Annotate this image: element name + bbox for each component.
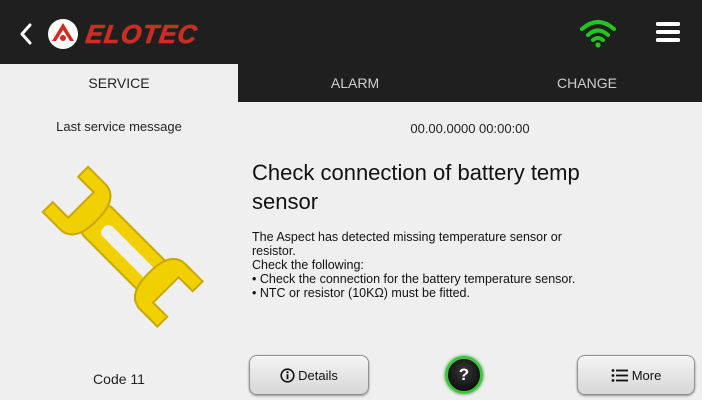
back-button[interactable] [14,20,38,48]
app-window: ELOTEC SERVICE ALARM CHANGE Last service… [0,0,702,400]
wrench-icon [41,165,205,329]
list-icon [611,368,628,382]
wifi-icon [580,20,616,48]
more-button[interactable]: More [577,355,695,395]
top-bar: ELOTEC [0,0,702,64]
last-service-label: Last service message [56,119,182,134]
more-button-label: More [631,367,662,383]
message-title: Check connection of battery temp sensor [252,158,692,216]
message-body-line: The Aspect has detected missing temperat… [252,230,562,244]
info-icon [280,367,295,383]
tab-bar: SERVICE ALARM CHANGE [0,64,702,102]
message-body-line: resistor. [252,244,296,258]
message-body: The Aspect has detected missing temperat… [252,230,692,300]
message-body-line: • Check the connection for the battery t… [252,272,576,286]
details-button[interactable]: Details [249,355,369,395]
elotec-logo-icon [48,19,78,49]
tab-service[interactable]: SERVICE [0,64,238,102]
tab-alarm[interactable]: ALARM [238,64,472,102]
tab-change[interactable]: CHANGE [472,64,702,102]
service-code: Code 11 [93,371,145,387]
hamburger-menu-icon[interactable] [654,20,682,44]
help-icon: ? [458,365,470,384]
brand-name: ELOTEC [83,18,200,49]
message-title-line: Check connection of battery temp [252,160,580,185]
help-button[interactable]: ? [445,356,483,394]
message-title-line: sensor [252,189,319,214]
chevron-left-icon [20,23,32,45]
message-timestamp: 00.00.0000 00:00:00 [410,121,530,136]
details-button-label: Details [298,367,338,383]
message-body-line: • NTC or resistor (10KΩ) must be fitted. [252,286,470,300]
brand-logo: ELOTEC [46,16,200,52]
message-body-line: Check the following: [252,258,364,272]
